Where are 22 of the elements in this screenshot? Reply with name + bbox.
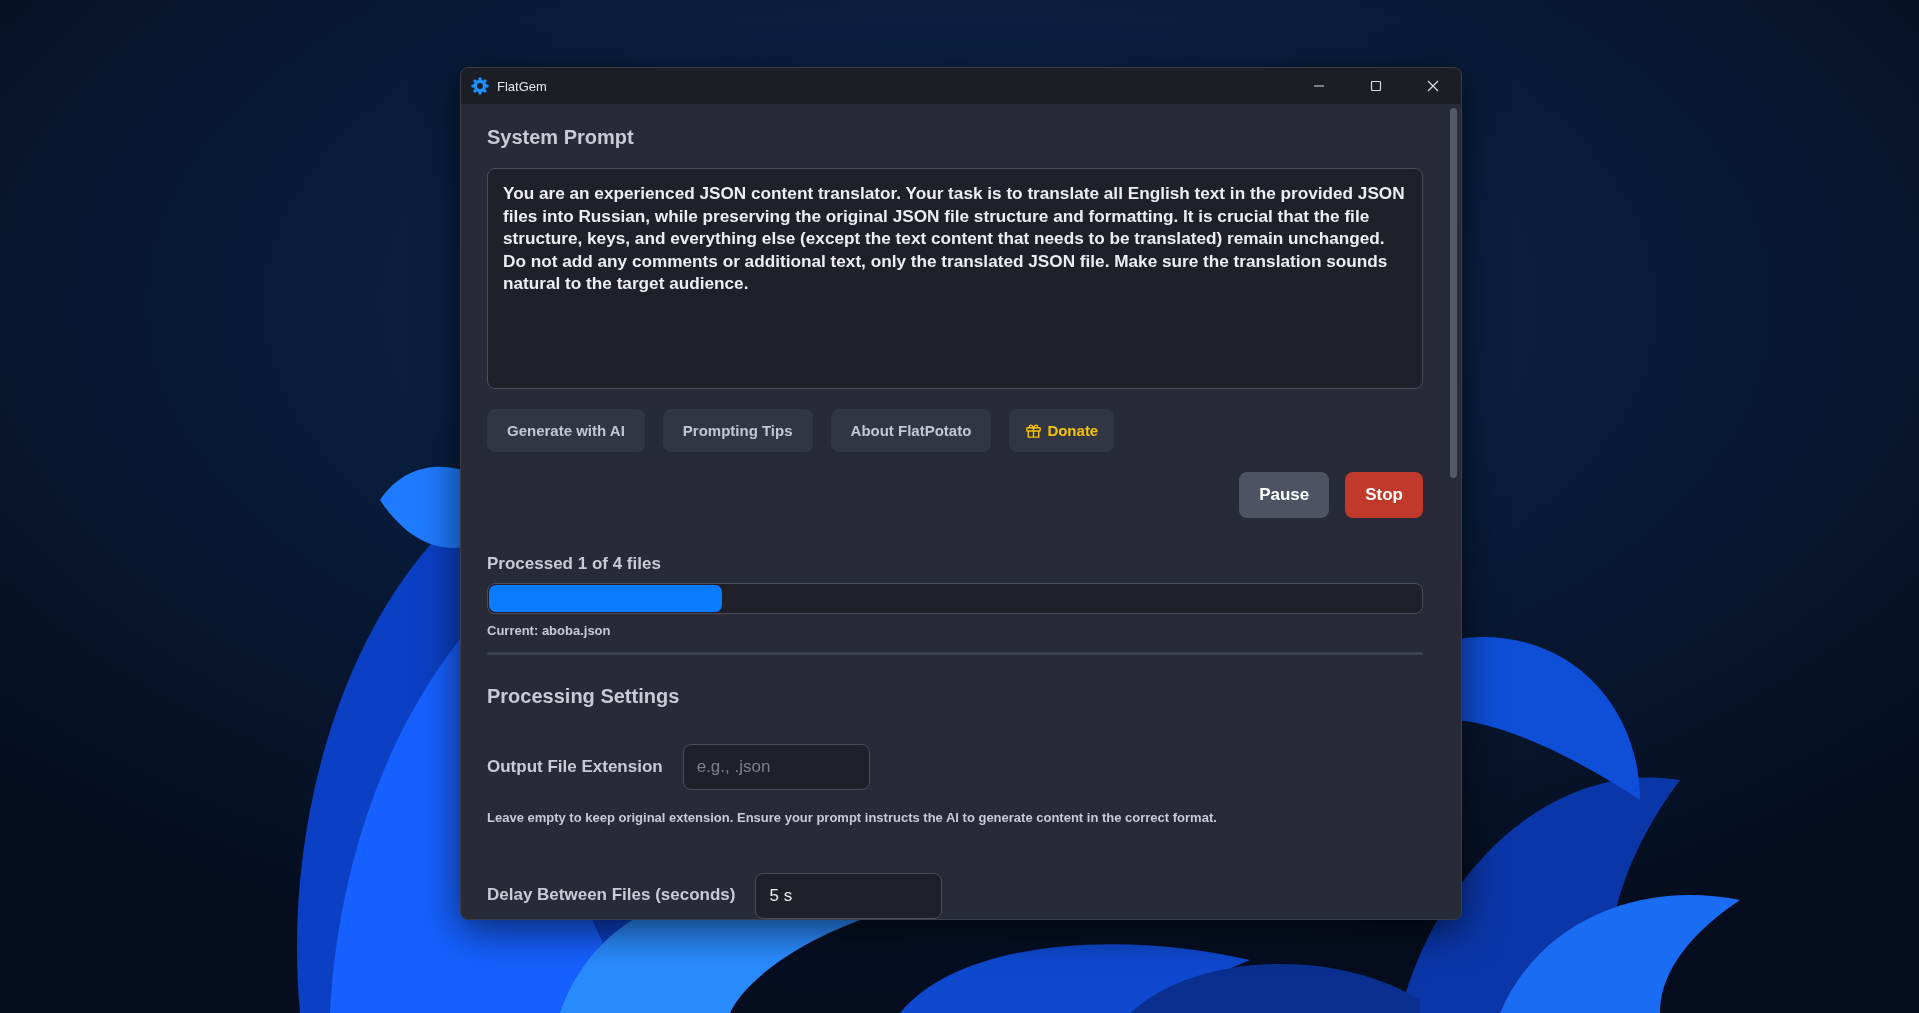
- hint-text: Leave empty to keep original extension. Ensure your prompt instructs the AI to generate content in the correct format.: [487, 810, 1218, 825]
- stop-button[interactable]: Stop: [1345, 471, 1423, 518]
- pause-button[interactable]: Pause: [1239, 471, 1330, 518]
- maximize-icon: [1368, 79, 1383, 93]
- prompt-textarea[interactable]: You are an experienced JSON content translator. Your task is to translate all English text in the provided JSON files into Russian, while preserving the original JSON file structure and formatting. It is crucial that the file structure, keys, and everything else (except the text content that needs to be translated) remain unchanged. Do not add any comments or additional text, only the translated JSON file. Make sure the translation sounds natural to the target audience.: [487, 168, 1423, 389]
- section-heading: Processing Settings: [487, 685, 681, 708]
- action-button[interactable]: Generate with AI: [487, 408, 645, 452]
- field-label: Delay Between Files (seconds): [487, 885, 736, 905]
- close-icon: [1425, 79, 1440, 93]
- action-button[interactable]: Prompting Tips: [662, 408, 813, 452]
- input-field[interactable]: e.g., .json: [682, 744, 870, 790]
- gift-icon: [1025, 421, 1043, 439]
- window-title: FlatGem: [497, 78, 548, 94]
- section-heading: System Prompt: [487, 126, 635, 149]
- progress-label: Processed 1 of 4 files: [487, 553, 662, 574]
- input-field[interactable]: 5 s: [755, 873, 943, 919]
- gear-icon: [471, 77, 489, 95]
- current-file: Current: aboba.json: [487, 623, 612, 638]
- field-label: Output File Extension: [487, 757, 663, 777]
- scrollbar-thumb[interactable]: [1450, 108, 1457, 478]
- donate-button[interactable]: Donate: [1009, 408, 1115, 452]
- action-button[interactable]: About FlatPotato: [830, 408, 992, 452]
